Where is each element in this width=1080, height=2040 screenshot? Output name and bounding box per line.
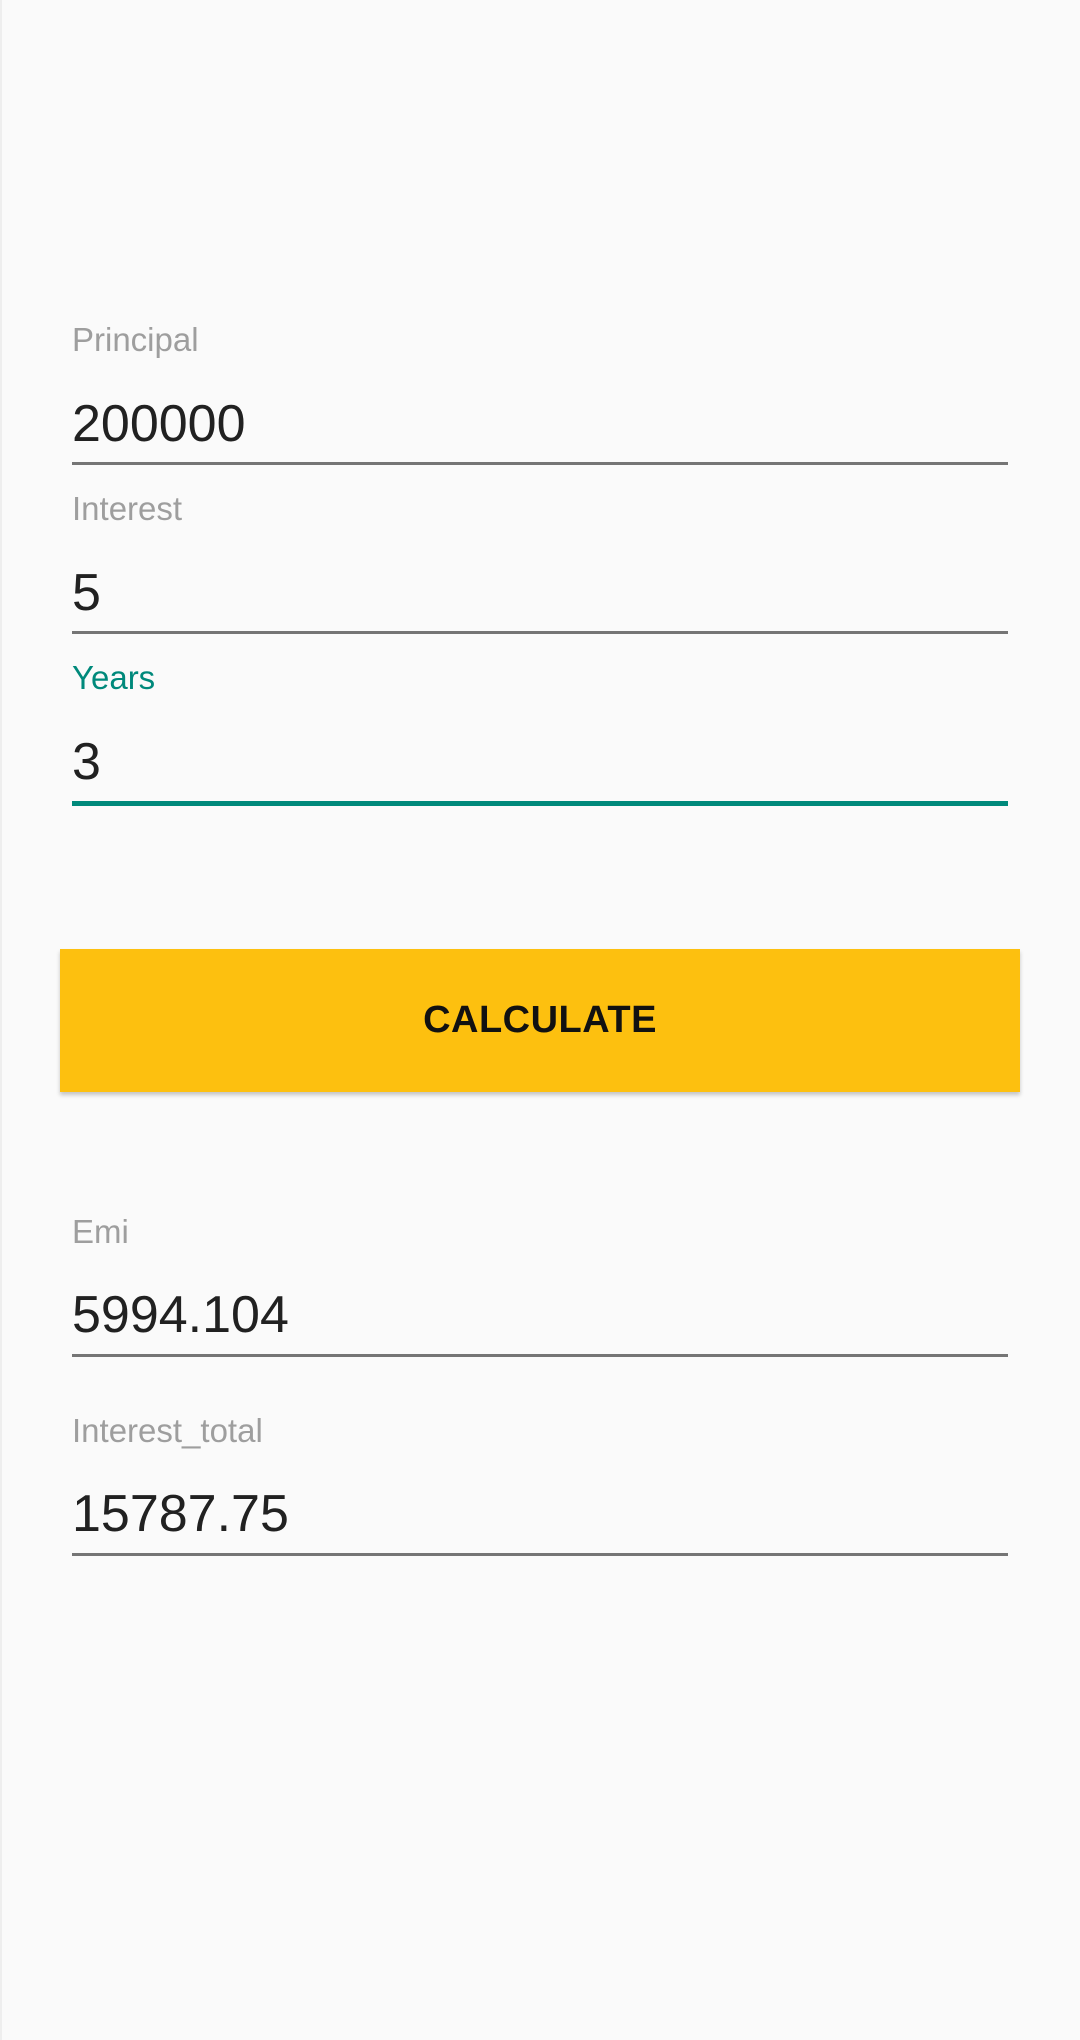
interest-field[interactable]: Interest 5 xyxy=(72,487,1008,637)
principal-label: Principal xyxy=(72,321,199,358)
interest-total-value[interactable]: 15787.75 xyxy=(72,1484,1008,1544)
calculate-button[interactable]: CALCULATE xyxy=(60,949,1020,1092)
emi-label: Emi xyxy=(72,1213,129,1250)
years-underline xyxy=(72,801,1008,806)
principal-input[interactable]: 200000 xyxy=(72,394,1008,454)
emi-field[interactable]: Emi 5994.104 xyxy=(72,1209,1008,1359)
years-label: Years xyxy=(72,659,156,696)
interest-label: Interest xyxy=(72,490,183,527)
interest-total-underline xyxy=(72,1553,1008,1556)
window-edge xyxy=(0,0,2,2040)
interest-total-field[interactable]: Interest_total 15787.75 xyxy=(72,1408,1008,1558)
years-input[interactable]: 3 xyxy=(72,732,1008,792)
interest-input[interactable]: 5 xyxy=(72,563,1008,623)
principal-field[interactable]: Principal 200000 xyxy=(72,318,1008,468)
emi-underline xyxy=(72,1354,1008,1357)
interest-underline xyxy=(72,631,1008,634)
years-field[interactable]: Years 3 xyxy=(72,656,1008,808)
principal-underline xyxy=(72,462,1008,465)
interest-total-label: Interest_total xyxy=(72,1412,263,1449)
emi-value[interactable]: 5994.104 xyxy=(72,1285,1008,1345)
